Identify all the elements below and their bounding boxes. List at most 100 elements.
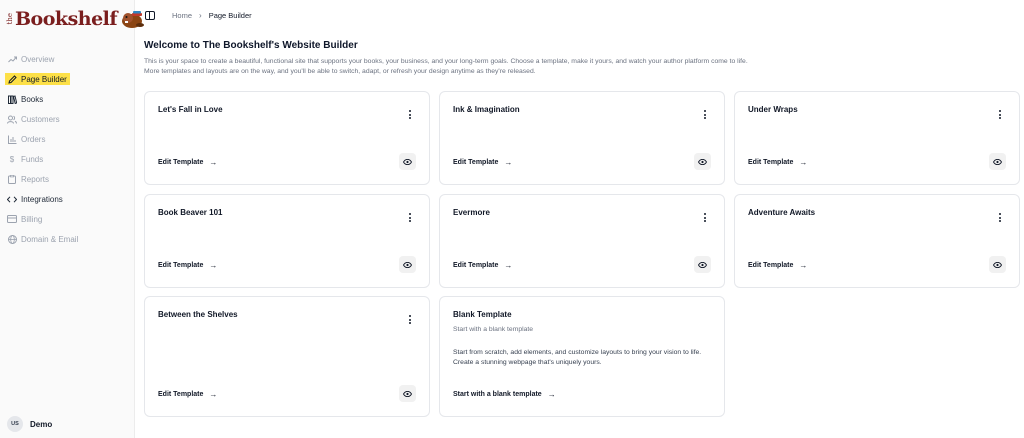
- template-name: Evermore: [453, 208, 490, 217]
- edit-template-label: Edit Template: [748, 159, 794, 166]
- edit-template-label: Edit Template: [158, 391, 204, 398]
- eye-icon: [403, 261, 412, 268]
- user-name: Demo: [30, 419, 53, 429]
- preview-button[interactable]: [989, 153, 1006, 170]
- template-subtitle: Start with a blank template: [453, 326, 534, 333]
- page-title: Welcome to The Bookshelf's Website Build…: [144, 40, 358, 51]
- breadcrumb-current: Page Builder: [208, 10, 252, 20]
- template-name: Under Wraps: [748, 105, 798, 114]
- clipboard-icon: [7, 174, 17, 184]
- arrow-right-icon: →: [504, 158, 513, 167]
- sidebar-item-label: Page Builder: [21, 74, 67, 84]
- sidebar-item-billing[interactable]: Billing: [0, 209, 135, 229]
- logo-the: the: [6, 13, 14, 25]
- template-card: Ink & Imagination Edit Template →: [439, 91, 725, 185]
- bar-chart-icon: [7, 134, 17, 144]
- more-options-icon[interactable]: [408, 213, 412, 222]
- sidebar-item-domain-email[interactable]: Domain & Email: [0, 229, 135, 249]
- credit-card-icon: [7, 214, 17, 224]
- sidebar-item-label: Funds: [21, 154, 44, 164]
- blank-template-card: Blank Template Start with a blank templa…: [439, 296, 725, 417]
- arrow-right-icon: →: [209, 390, 218, 399]
- template-name: Let's Fall in Love: [158, 105, 223, 114]
- eye-icon: [993, 158, 1002, 165]
- description-line: More templates and layouts are on the wa…: [144, 68, 536, 75]
- sidebar-item-customers[interactable]: Customers: [0, 109, 135, 129]
- start-blank-template-button[interactable]: Start with a blank template →: [453, 390, 556, 399]
- template-card: Let's Fall in Love Edit Template →: [144, 91, 430, 185]
- code-arrows-icon: [7, 194, 17, 204]
- template-name: Adventure Awaits: [748, 208, 816, 217]
- edit-template-button[interactable]: Edit Template →: [158, 261, 217, 270]
- arrow-right-icon: →: [547, 390, 556, 399]
- bookshelf-logo[interactable]: the Bookshelf: [6, 6, 145, 32]
- more-options-icon[interactable]: [408, 315, 412, 324]
- more-options-icon[interactable]: [998, 213, 1002, 222]
- eye-icon: [403, 158, 412, 165]
- sidebar-item-funds[interactable]: $ Funds: [0, 149, 135, 169]
- template-card: Book Beaver 101 Edit Template →: [144, 194, 430, 288]
- sidebar-item-label: Billing: [21, 214, 43, 224]
- preview-button[interactable]: [989, 256, 1006, 273]
- sidebar-item-label: Books: [21, 94, 44, 104]
- sidebar-item-label: Reports: [21, 174, 50, 184]
- chevron-right-icon: ›: [199, 10, 202, 20]
- sidebar-item-label: Integrations: [21, 194, 63, 204]
- dollar-icon: $: [9, 154, 15, 164]
- sidebar-nav: Overview Page Builder Books Customers Or…: [0, 49, 135, 249]
- sidebar-item-integrations[interactable]: Integrations: [0, 189, 135, 209]
- edit-template-button[interactable]: Edit Template →: [453, 158, 512, 167]
- eye-icon: [993, 261, 1002, 268]
- template-name: Blank Template: [453, 310, 512, 319]
- page-description: This is your space to create a beautiful…: [144, 57, 1024, 77]
- logo-wordmark: Bookshelf: [15, 8, 118, 30]
- pencil-icon: [7, 74, 17, 84]
- arrow-right-icon: →: [504, 261, 513, 270]
- edit-template-label: Edit Template: [453, 262, 499, 269]
- preview-button[interactable]: [399, 153, 416, 170]
- sidebar-item-orders[interactable]: Orders: [0, 129, 135, 149]
- edit-template-label: Edit Template: [748, 262, 794, 269]
- preview-button[interactable]: [694, 256, 711, 273]
- edit-template-label: Edit Template: [158, 262, 204, 269]
- preview-button[interactable]: [399, 385, 416, 402]
- edit-template-button[interactable]: Edit Template →: [748, 158, 807, 167]
- edit-template-button[interactable]: Edit Template →: [158, 390, 217, 399]
- template-description: Start from scratch, add elements, and cu…: [453, 349, 702, 366]
- sidebar-item-books[interactable]: Books: [0, 89, 135, 109]
- template-card: Under Wraps Edit Template →: [734, 91, 1020, 185]
- preview-button[interactable]: [694, 153, 711, 170]
- sidebar: the Bookshelf Overview Page Builder Book…: [0, 0, 145, 438]
- trend-icon: [7, 54, 17, 64]
- sidebar-toggle-icon[interactable]: [145, 10, 155, 20]
- topbar: Home › Page Builder: [136, 0, 1024, 30]
- eye-icon: [403, 390, 412, 397]
- edit-template-button[interactable]: Edit Template →: [748, 261, 807, 270]
- sidebar-item-label: Customers: [21, 114, 60, 124]
- eye-icon: [698, 261, 707, 268]
- template-name: Between the Shelves: [158, 310, 238, 319]
- active-highlight: Page Builder: [5, 73, 70, 85]
- start-blank-label: Start with a blank template: [453, 391, 542, 398]
- sidebar-item-label: Domain & Email: [21, 234, 79, 244]
- preview-button[interactable]: [399, 256, 416, 273]
- main-content: Welcome to The Bookshelf's Website Build…: [144, 40, 1024, 77]
- more-options-icon[interactable]: [408, 110, 412, 119]
- arrow-right-icon: →: [209, 261, 218, 270]
- more-options-icon[interactable]: [998, 110, 1002, 119]
- eye-icon: [698, 158, 707, 165]
- edit-template-button[interactable]: Edit Template →: [158, 158, 217, 167]
- sidebar-item-page-builder[interactable]: Page Builder: [0, 69, 135, 89]
- template-card: Evermore Edit Template →: [439, 194, 725, 288]
- sidebar-item-label: Overview: [21, 54, 55, 64]
- more-options-icon[interactable]: [703, 110, 707, 119]
- avatar: US: [7, 416, 23, 432]
- template-card: Adventure Awaits Edit Template →: [734, 194, 1020, 288]
- template-name: Book Beaver 101: [158, 208, 223, 217]
- breadcrumb-home[interactable]: Home: [172, 11, 192, 20]
- user-menu[interactable]: US Demo: [7, 416, 52, 432]
- sidebar-item-reports[interactable]: Reports: [0, 169, 135, 189]
- more-options-icon[interactable]: [703, 213, 707, 222]
- edit-template-button[interactable]: Edit Template →: [453, 261, 512, 270]
- sidebar-item-overview[interactable]: Overview: [0, 49, 135, 69]
